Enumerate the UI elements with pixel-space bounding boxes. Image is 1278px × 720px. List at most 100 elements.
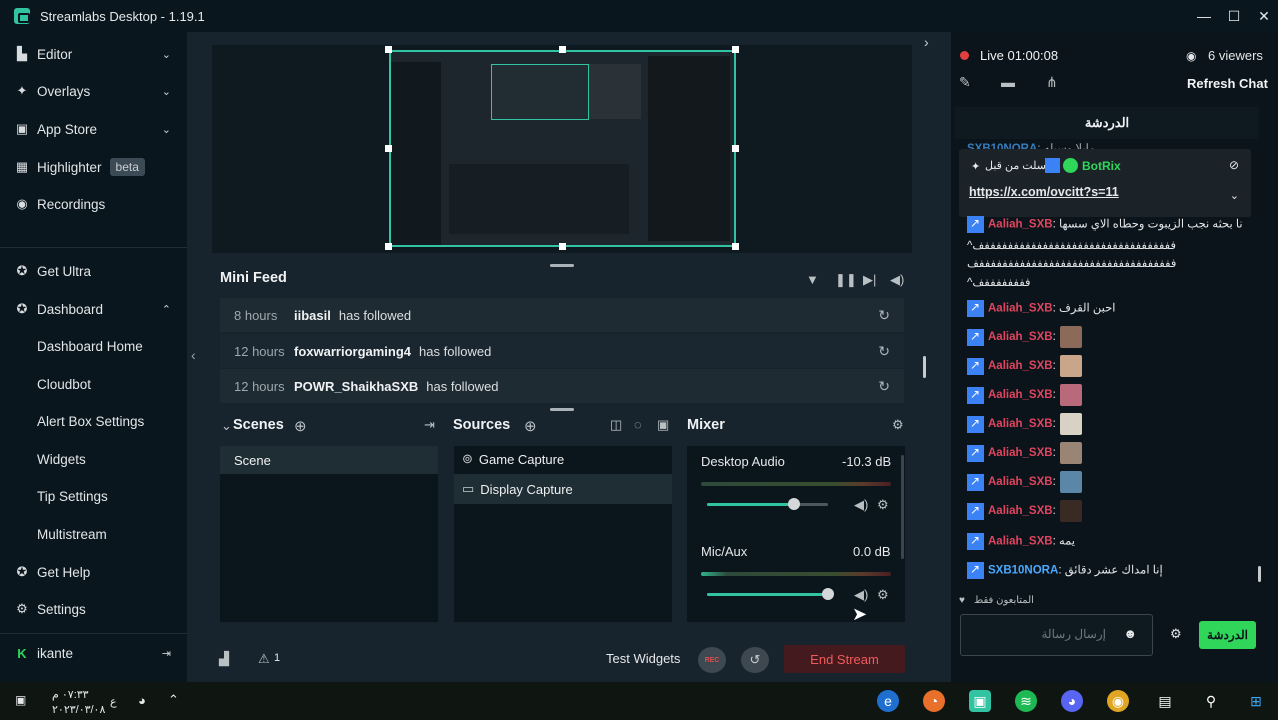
chevron-down-icon[interactable]: ⌄: [1230, 189, 1239, 202]
volume-slider-knob[interactable]: [788, 498, 800, 510]
end-stream-button[interactable]: End Stream: [784, 645, 905, 673]
record-button[interactable]: REC: [698, 647, 726, 673]
taskbar-date[interactable]: ٢٠٢٣/٠٣/٠٨: [52, 703, 105, 716]
sidebar-sub-cloudbot[interactable]: Cloudbot: [37, 377, 91, 392]
add-folder-icon[interactable]: ▣: [657, 417, 669, 433]
scene-transition-icon[interactable]: ⇥: [424, 417, 435, 433]
pinned-link[interactable]: https://x.com/ovcitt?s=11: [969, 185, 1119, 199]
pin-icon: ✦: [971, 161, 981, 173]
resize-handle[interactable]: [732, 243, 739, 250]
scene-item[interactable]: Scene: [220, 446, 438, 474]
refresh-chat-button[interactable]: Refresh Chat: [1187, 76, 1268, 91]
add-scene-icon[interactable]: ⊕: [294, 417, 307, 435]
gear-icon[interactable]: ⚙: [1170, 626, 1182, 642]
sidebar-item-settings[interactable]: ⚙ Settings: [0, 594, 187, 624]
speaker-icon[interactable]: ◀): [854, 587, 868, 603]
windows-start-icon[interactable]: ⊞: [1245, 690, 1267, 712]
sidebar-item-get-help[interactable]: ✪ Get Help: [0, 557, 187, 587]
replay-alert-icon[interactable]: ↻: [878, 343, 890, 360]
firefox-icon[interactable]: ◔: [923, 690, 945, 712]
unpin-icon[interactable]: ⊘: [1229, 158, 1239, 172]
kick-badge-icon: [967, 216, 984, 233]
sidebar-sub-alert-box[interactable]: Alert Box Settings: [37, 414, 144, 429]
gear-icon[interactable]: ⚙: [892, 417, 904, 433]
resize-handle[interactable]: [732, 46, 739, 53]
sidebar-item-highlighter[interactable]: ▦ Highlighter beta: [0, 152, 187, 182]
discord-icon[interactable]: ◕: [1061, 690, 1083, 712]
skip-icon[interactable]: ▶|: [863, 272, 876, 288]
sidebar-item-app-store[interactable]: ▣ App Store ⌄: [0, 114, 187, 144]
chat-header: الدردشة: [955, 107, 1259, 139]
pinned-message[interactable]: ✦ أرسلت من قبل BotRix ⊘ https://x.com/ov…: [959, 149, 1251, 217]
pause-icon[interactable]: ❚❚: [835, 272, 857, 288]
replay-alert-icon[interactable]: ↻: [878, 378, 890, 395]
sidebar-item-overlays[interactable]: ✦ Overlays ⌄: [0, 76, 187, 106]
speaker-icon[interactable]: ◀): [854, 497, 868, 513]
sidebar-sub-dashboard-home[interactable]: Dashboard Home: [37, 339, 143, 354]
replay-buffer-icon[interactable]: ↺: [741, 647, 769, 673]
replay-alert-icon[interactable]: ↻: [878, 307, 890, 324]
folder-icon[interactable]: ◫: [610, 417, 622, 433]
resize-handle[interactable]: [385, 145, 392, 152]
camera-icon[interactable]: ▬: [1001, 74, 1015, 90]
resize-handle[interactable]: [732, 145, 739, 152]
task-view-icon[interactable]: ▤: [1154, 690, 1176, 712]
sidebar-sub-widgets[interactable]: Widgets: [37, 452, 86, 467]
taskbar-time[interactable]: ٠٧:٣٣ م: [52, 688, 89, 701]
sidebar-item-editor[interactable]: ▙ Editor ⌄: [0, 39, 187, 69]
mixer-scrollbar[interactable]: [901, 455, 904, 559]
kick-logo-icon: K: [17, 645, 27, 661]
sidebar-item-recordings[interactable]: ◉ Recordings: [0, 189, 187, 219]
logout-icon[interactable]: ⇥: [162, 647, 171, 660]
search-icon[interactable]: ⚲: [1200, 690, 1222, 712]
add-source-icon[interactable]: ⊕: [524, 417, 537, 435]
chat-username: Aaliah_SXB: [988, 389, 1053, 402]
gear-icon[interactable]: ⚙: [877, 497, 889, 513]
chevron-up-icon[interactable]: ⌃: [168, 692, 179, 708]
feed-scrollbar[interactable]: [923, 356, 926, 378]
resize-handle[interactable]: [385, 243, 392, 250]
resize-grip[interactable]: [550, 264, 574, 267]
gear-icon[interactable]: ⚙: [877, 587, 889, 603]
taskbar-language[interactable]: ع: [110, 695, 117, 708]
volume-slider-knob[interactable]: [822, 588, 834, 600]
feed-user: iibasil: [294, 307, 331, 323]
meet-now-icon[interactable]: ▣: [15, 693, 26, 707]
close-button[interactable]: ✕: [1250, 0, 1278, 32]
warning-icon[interactable]: ⚠: [258, 651, 270, 667]
chevron-down-icon[interactable]: ⌄: [221, 418, 232, 434]
volume-icon[interactable]: ◀): [890, 272, 904, 288]
resize-handle[interactable]: [559, 243, 566, 250]
discord-tray-icon[interactable]: ◕: [138, 693, 146, 708]
hide-icon[interactable]: ◌: [634, 417, 642, 432]
display-capture-preview[interactable]: [389, 50, 736, 247]
filter-icon[interactable]: ▼: [806, 272, 819, 287]
resize-grip[interactable]: [550, 408, 574, 411]
sidebar-user[interactable]: Kikante ⇥: [0, 638, 187, 668]
spotify-icon[interactable]: ≋: [1015, 690, 1037, 712]
stats-icon[interactable]: ▟: [219, 651, 229, 667]
source-item[interactable]: ⊚ Game Capture: [454, 444, 672, 474]
expand-chat-icon[interactable]: ›: [924, 34, 929, 50]
edit-icon[interactable]: ✎: [959, 74, 971, 91]
resize-handle[interactable]: [559, 46, 566, 53]
maximize-button[interactable]: ☐: [1220, 0, 1248, 32]
share-icon[interactable]: ⋔: [1046, 74, 1058, 91]
minimize-button[interactable]: —: [1190, 0, 1218, 32]
chat-scrollbar[interactable]: [1258, 566, 1261, 582]
resize-handle[interactable]: [385, 46, 392, 53]
chrome-icon[interactable]: ◉: [1107, 690, 1129, 712]
send-chat-button[interactable]: الدردشة: [1199, 621, 1256, 649]
emoji-icon[interactable]: ☻: [1123, 626, 1137, 641]
streamlabs-taskbar-icon[interactable]: ▣: [969, 690, 991, 712]
edge-icon[interactable]: e: [877, 690, 899, 712]
sidebar-item-dashboard[interactable]: ✪ Dashboard ⌃: [0, 294, 187, 324]
source-item[interactable]: ▭ Display Capture: [454, 474, 672, 504]
sidebar-item-get-ultra[interactable]: ✪ Get Ultra: [0, 256, 187, 286]
sidebar-sub-tip-settings[interactable]: Tip Settings: [37, 489, 108, 504]
chat-input[interactable]: إرسال رسالة ☻: [960, 614, 1153, 656]
collapse-sidebar-icon[interactable]: ‹: [191, 347, 196, 363]
test-widgets-button[interactable]: Test Widgets: [606, 651, 680, 666]
editor-icon: ▙: [17, 46, 27, 61]
sidebar-sub-multistream[interactable]: Multistream: [37, 527, 107, 542]
